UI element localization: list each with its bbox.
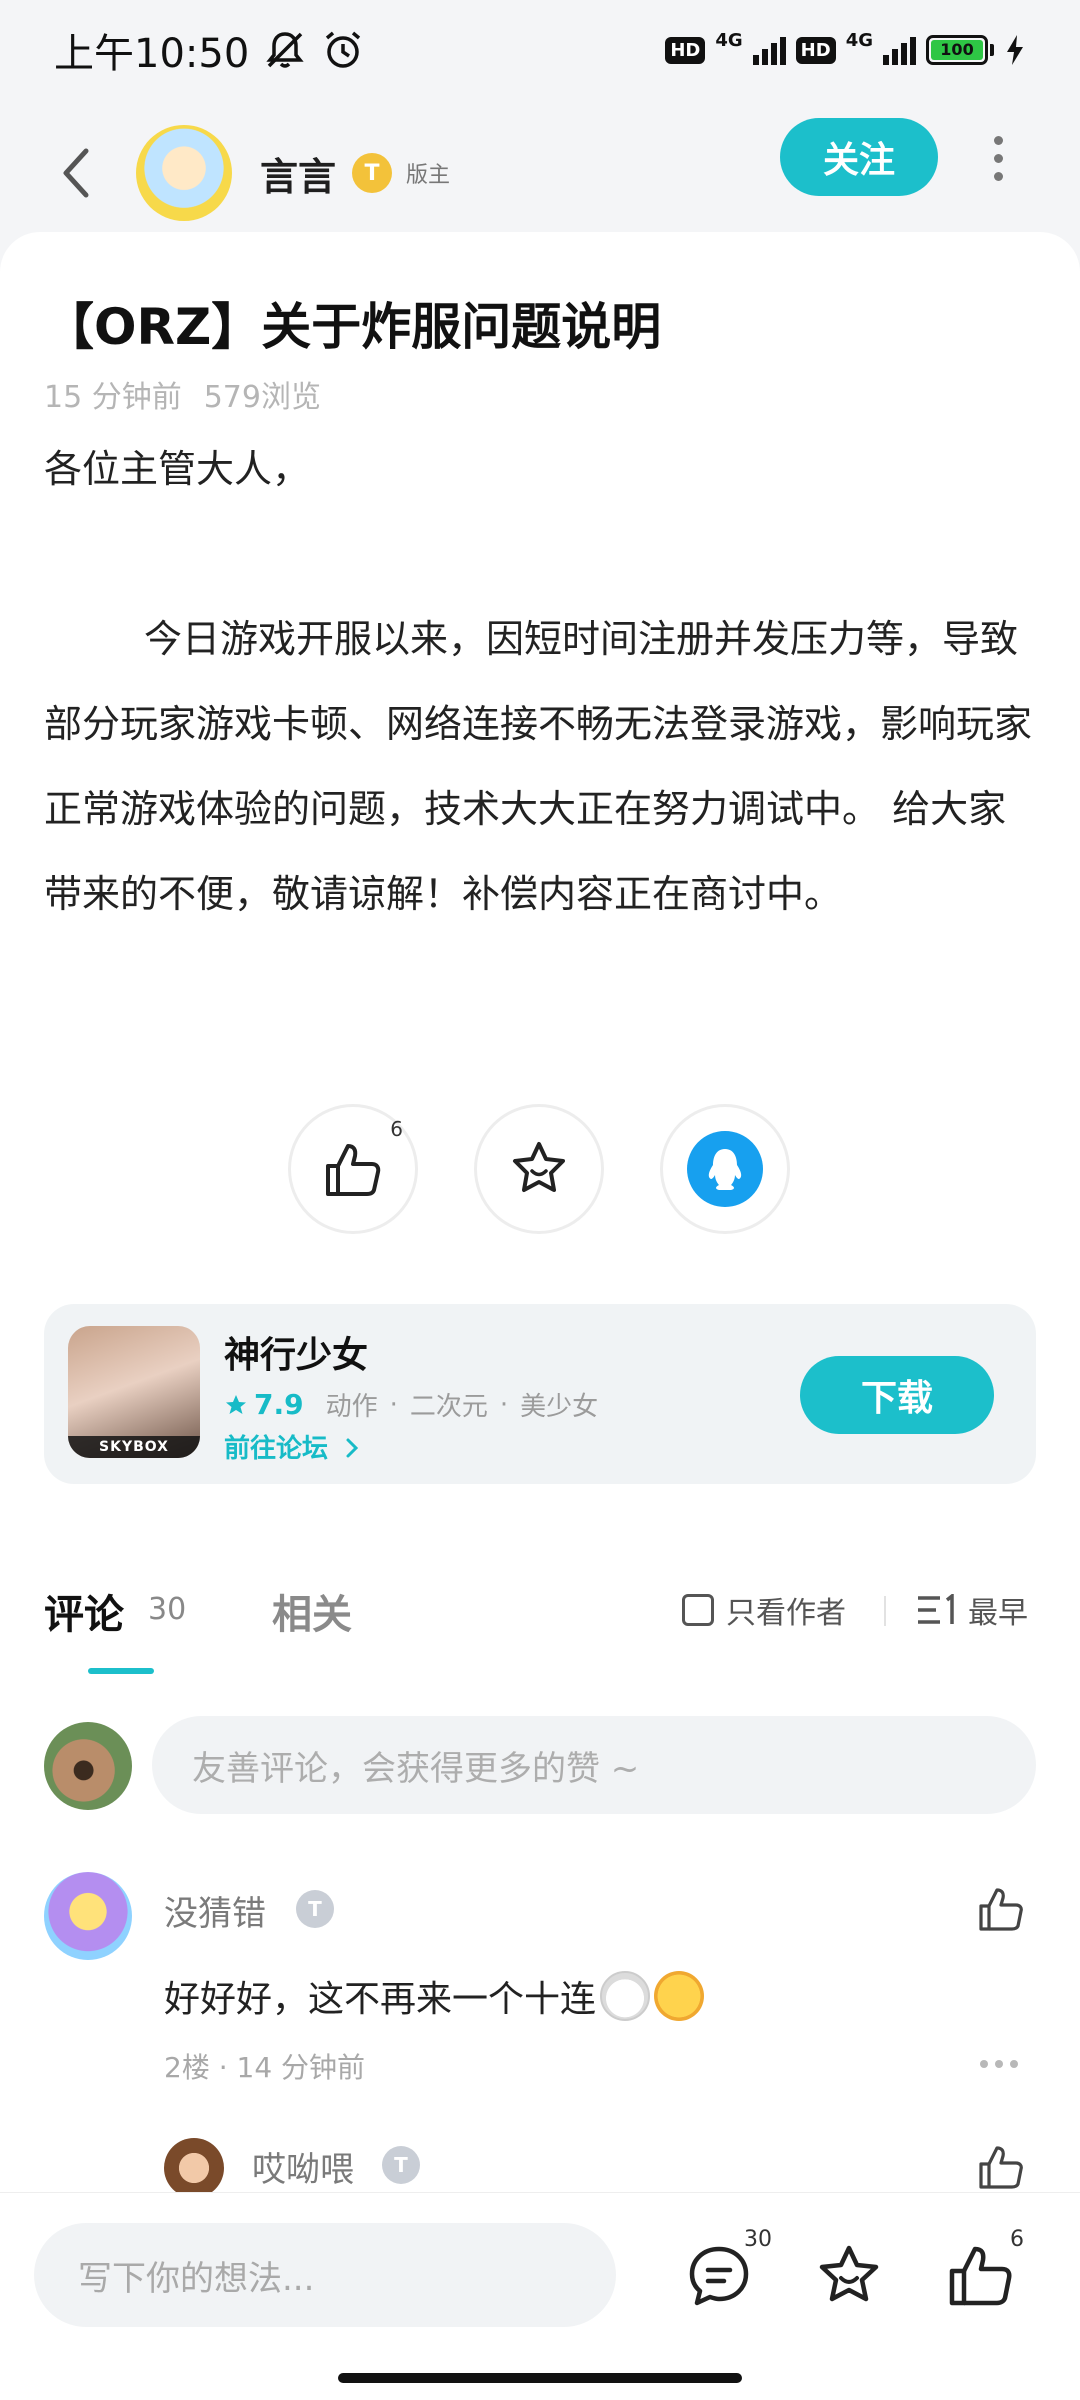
level-badge-icon: T [352,153,393,193]
author-avatar[interactable] [136,125,232,221]
commenter-avatar[interactable] [164,2138,224,2192]
game-icon-brand: SKYBOX [68,1436,200,1458]
mute-notification-icon [266,32,304,68]
game-info: 7.9 动作 · 二次元 · 美少女 [224,1386,598,1423]
forum-link[interactable]: 前往论坛 [224,1428,361,1465]
game-tag: 二次元 [409,1392,488,1422]
post-paragraph: 今日游戏开服以来，因短时间注册并发压力等，导致部分玩家游戏卡顿、网络连接不畅无法… [44,617,1033,916]
only-author-toggle[interactable]: 只看作者 [682,1588,846,1632]
post-title: 【ORZ】关于炸服问题说明 [44,298,662,356]
network-type: 4G [715,29,743,51]
bottom-comment-input[interactable]: 写下你的想法... [34,2223,616,2327]
comment-meta: 2楼 · 14 分钟前 [164,2051,366,2084]
post-header: 言言 T 版主 关注 [0,108,1080,238]
tab-related[interactable]: 相关 [272,1582,352,1640]
chevron-right-icon [346,1438,359,1458]
post-meta: 15 分钟前 579浏览 [44,372,321,416]
post-greeting: 各位主管大人， [44,447,311,491]
commenter-avatar[interactable] [44,1872,132,1960]
charging-icon [1007,35,1023,65]
forum-link-label: 前往论坛 [224,1434,329,1464]
comment-item: 没猜错 T 好好好，这不再来一个十连 2楼 · 14 分钟前 [0,1862,1080,2084]
star-icon [513,1142,565,1192]
bottom-bar: 写下你的想法... 30 6 [0,2192,1080,2400]
game-card[interactable]: SKYBOX 神行少女 7.9 动作 · 二次元 · 美少女 前往论坛 下载 [44,1304,1036,1484]
network-type: 4G [845,29,873,51]
battery-icon: 100 [926,35,994,65]
star-filled-icon [226,1394,246,1414]
signal-icon [752,35,786,65]
tab-comments[interactable]: 评论 [44,1582,124,1640]
sort-label: 最早 [968,1596,1028,1631]
hd-icon: HD [665,36,706,64]
active-tab-indicator [88,1668,154,1674]
comment-more-button[interactable] [980,2060,1018,2068]
game-tag: 动作 [325,1392,378,1422]
status-time: 上午10:50 [54,31,250,77]
post-body: 各位主管大人， 今日游戏开服以来，因短时间注册并发压力等，导致部分玩家游戏卡顿、… [44,427,1034,937]
share-qq-button[interactable] [660,1104,790,1234]
my-avatar [44,1722,132,1810]
comment-tabs: 评论 30 相关 只看作者 最早 [0,1542,1080,1674]
game-name: 神行少女 [224,1335,369,1376]
favorite-button[interactable] [474,1104,604,1234]
divider [884,1596,886,1626]
bottom-like-count: 6 [1010,2227,1024,2252]
comment-text: 好好好，这不再来一个十连 [164,1970,705,2022]
comment-count: 30 [148,1592,187,1627]
comment-like-icon[interactable] [976,2142,1026,2192]
thumbs-up-icon [326,1144,381,1196]
author-name[interactable]: 言言 [260,146,336,201]
sort-icon [918,1594,954,1624]
game-icon[interactable]: SKYBOX [68,1326,200,1458]
home-indicator[interactable] [338,2373,742,2383]
level-badge-icon: T [296,1890,334,1928]
follow-button[interactable]: 关注 [780,118,938,196]
alarm-icon [326,31,361,68]
back-button[interactable] [36,133,116,213]
signal-icon [883,35,916,65]
post-card: 【ORZ】关于炸服问题说明 15 分钟前 579浏览 各位主管大人， 今日游戏开… [0,232,1080,1542]
sort-button[interactable]: 最早 [916,1588,1028,1632]
bottom-comment-count: 30 [744,2227,772,2252]
post-views: 579浏览 [203,380,321,415]
comment-text-content: 好好好，这不再来一个十连 [164,1979,597,2020]
commenter-name[interactable]: 没猜错 [164,1886,266,1935]
like-button[interactable]: 6 [288,1104,418,1234]
qq-penguin-icon [708,1149,742,1190]
post-time: 15 分钟前 [44,380,182,415]
status-bar: 上午10:50 HD 4G HD 4G 100 [0,0,1080,100]
comment-like-icon[interactable] [976,1884,1026,1934]
comment-input-row: 友善评论，会获得更多的赞 ~ [0,1712,1080,1822]
game-score: 7.9 [254,1388,304,1421]
doge-emoji-icon [600,1971,651,2021]
checkbox-icon [682,1594,714,1626]
moderator-tag: 版主 [406,163,451,188]
comments-section: 评论 30 相关 只看作者 最早 友善评论，会获得更多的赞 ~ 没猜错 T 好好… [0,1542,1080,2192]
like-count: 6 [390,1117,403,1141]
post-actions: 6 [288,1104,790,1234]
favorite-star-icon[interactable] [814,2241,884,2311]
reply-item: 哎呦喂 T [0,2132,1080,2192]
level-badge-icon: T [382,2146,420,2184]
only-author-label: 只看作者 [726,1596,846,1631]
battery-level: 100 [931,40,983,60]
comment-input[interactable]: 友善评论，会获得更多的赞 ~ [152,1716,1036,1814]
game-tag: 美少女 [520,1392,599,1422]
flower-smile-emoji-icon [654,1971,705,2021]
thumbs-up-icon[interactable] [946,2241,1016,2311]
more-options-button[interactable] [968,120,1028,196]
hd-icon: HD [795,36,836,64]
commenter-name[interactable]: 哎呦喂 [252,2142,354,2191]
download-button[interactable]: 下载 [800,1356,994,1434]
chevron-left-icon [63,148,89,198]
